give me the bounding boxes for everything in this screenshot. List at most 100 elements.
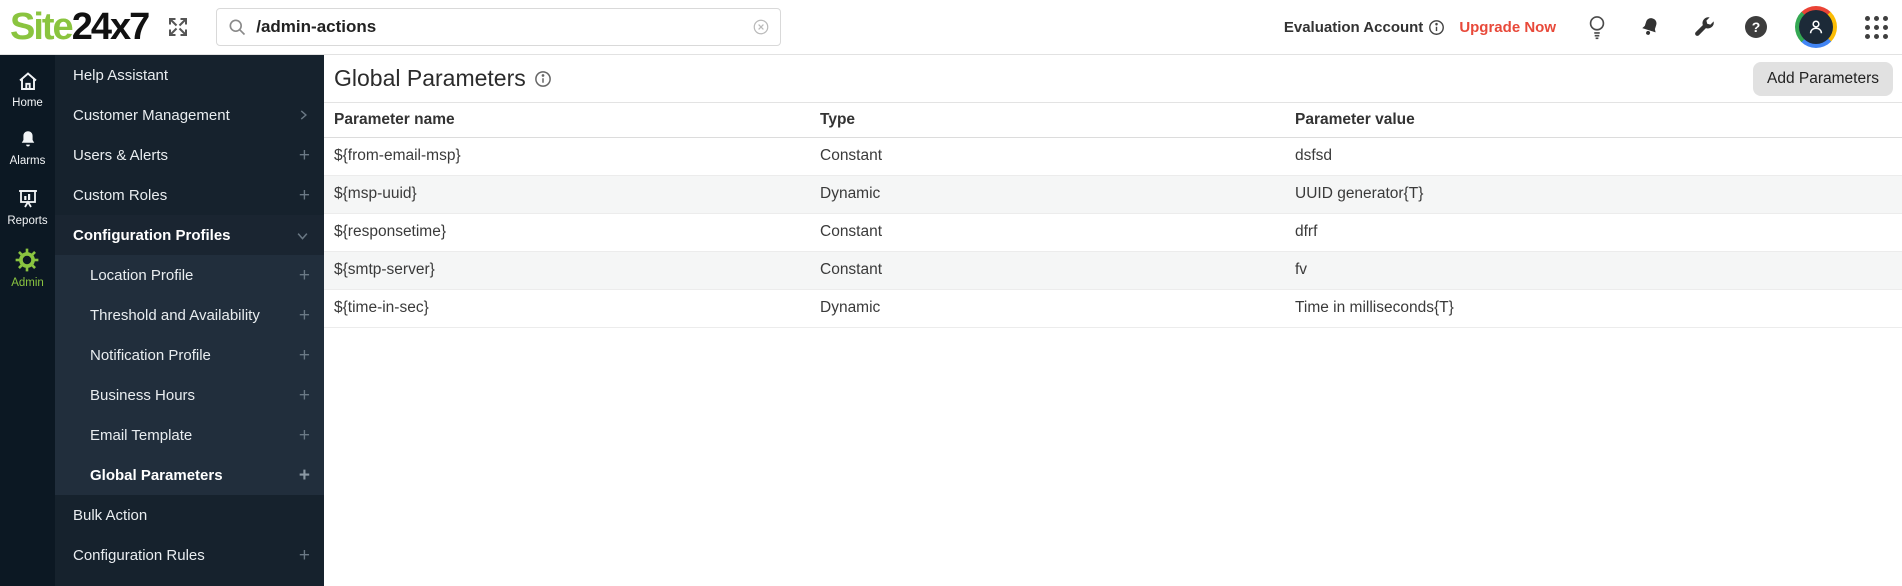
sidebar-item-threshold-availability[interactable]: Threshold and Availability + — [55, 295, 324, 335]
cell-parameter-name: ${msp-uuid} — [324, 175, 810, 214]
sidebar-item-label: Global Parameters — [90, 466, 223, 484]
plus-icon[interactable]: + — [299, 306, 310, 325]
table-row[interactable]: ${msp-uuid} Dynamic UUID generator{T} — [324, 175, 1902, 214]
clear-search-icon[interactable] — [752, 18, 770, 36]
sidebar-item-location-profile[interactable]: Location Profile + — [55, 255, 324, 295]
chevron-down-icon — [295, 228, 310, 243]
bell-icon[interactable] — [1638, 15, 1662, 39]
table-row[interactable]: ${smtp-server} Constant fv — [324, 251, 1902, 290]
sidebar-item-label: Users & Alerts — [73, 146, 169, 164]
sidebar-item-label: Custom Roles — [73, 186, 168, 204]
plus-icon[interactable]: + — [299, 266, 310, 285]
table-header-row: Parameter name Type Parameter value — [324, 103, 1902, 138]
logo-text-black: 24x7 — [71, 6, 151, 48]
rail-item-reports[interactable]: Reports — [7, 187, 48, 227]
cell-type: Dynamic — [810, 289, 1285, 328]
topbar-right-cluster: Evaluation Account Upgrade Now ? — [1284, 6, 1888, 48]
apps-grid-icon[interactable] — [1865, 15, 1888, 39]
add-parameters-button[interactable]: Add Parameters — [1753, 61, 1893, 96]
sidebar-item-customer-management[interactable]: Customer Management — [55, 95, 324, 135]
sidebar-item-label: Business Hours — [90, 386, 196, 404]
logo-text-green: Site — [10, 6, 74, 48]
sidebar-item-configuration-profiles[interactable]: Configuration Profiles — [55, 215, 324, 255]
cell-parameter-value: UUID generator{T} — [1285, 175, 1902, 214]
cell-parameter-name: ${from-email-msp} — [324, 137, 810, 176]
sidebar-item-label: Customer Management — [73, 106, 230, 124]
main-content: Global Parameters Add Parameters Paramet… — [324, 55, 1902, 586]
cell-type: Constant — [810, 213, 1285, 252]
admin-sidebar: Help Assistant Customer Management Users… — [55, 55, 324, 586]
cell-parameter-value: fv — [1285, 251, 1902, 290]
wrench-icon[interactable] — [1692, 16, 1715, 39]
column-header-parameter-name[interactable]: Parameter name — [324, 103, 810, 138]
sidebar-item-bulk-action[interactable]: Bulk Action — [55, 495, 324, 535]
sidebar-item-label: Email Template — [90, 426, 193, 444]
reports-board-icon — [16, 187, 40, 211]
cell-type: Dynamic — [810, 175, 1285, 214]
sidebar-item-label: Threshold and Availability — [90, 306, 260, 324]
cell-type: Constant — [810, 137, 1285, 176]
plus-icon[interactable]: + — [299, 346, 310, 365]
rail-item-alarms[interactable]: Alarms — [10, 129, 45, 167]
sidebar-item-label: Notification Profile — [90, 346, 211, 364]
configuration-profiles-submenu: Location Profile + Threshold and Availab… — [55, 255, 324, 495]
plus-icon[interactable]: + — [299, 426, 310, 445]
avatar[interactable] — [1795, 6, 1837, 48]
site24x7-logo[interactable]: Site24x7 — [10, 6, 151, 48]
upgrade-now-link[interactable]: Upgrade Now — [1459, 19, 1556, 36]
home-icon — [16, 69, 40, 93]
expand-icon[interactable] — [166, 15, 190, 39]
search-icon — [227, 17, 247, 37]
topbar: Site24x7 Evaluation Account U — [0, 0, 1902, 55]
sidebar-item-help-assistant[interactable]: Help Assistant — [55, 55, 324, 95]
table-row[interactable]: ${time-in-sec} Dynamic Time in milliseco… — [324, 289, 1902, 328]
search-input[interactable] — [256, 17, 753, 37]
cell-type: Constant — [810, 251, 1285, 290]
sidebar-item-label: Location Profile — [90, 266, 194, 284]
rail-label: Admin — [11, 277, 44, 289]
plus-icon[interactable]: + — [299, 146, 310, 165]
sidebar-item-label: Configuration Profiles — [73, 226, 231, 244]
title-info-icon[interactable] — [534, 70, 552, 88]
cell-parameter-name: ${smtp-server} — [324, 251, 810, 290]
sidebar-item-notification-profile[interactable]: Notification Profile + — [55, 335, 324, 375]
sidebar-item-configuration-rules[interactable]: Configuration Rules + — [55, 535, 324, 575]
help-icon[interactable]: ? — [1745, 16, 1767, 38]
rail-item-home[interactable]: Home — [12, 69, 43, 109]
plus-icon[interactable]: + — [299, 546, 310, 565]
sidebar-item-global-parameters[interactable]: Global Parameters + — [55, 455, 324, 495]
page-header: Global Parameters Add Parameters — [324, 55, 1902, 103]
rail-item-admin[interactable]: Admin — [11, 247, 44, 289]
sidebar-item-users-alerts[interactable]: Users & Alerts + — [55, 135, 324, 175]
cell-parameter-name: ${responsetime} — [324, 213, 810, 252]
sidebar-item-email-template[interactable]: Email Template + — [55, 415, 324, 455]
cell-parameter-value: Time in milliseconds{T} — [1285, 289, 1902, 328]
help-question-glyph: ? — [1745, 16, 1767, 38]
sidebar-item-business-hours[interactable]: Business Hours + — [55, 375, 324, 415]
evaluation-account-label: Evaluation Account — [1283, 18, 1424, 36]
page-title: Global Parameters — [334, 65, 556, 92]
chevron-right-icon — [296, 108, 310, 122]
table-row[interactable]: ${from-email-msp} Constant dsfsd — [324, 137, 1902, 176]
page-title-text: Global Parameters — [334, 65, 526, 91]
sidebar-item-custom-roles[interactable]: Custom Roles + — [55, 175, 324, 215]
plus-icon[interactable]: + — [299, 386, 310, 405]
cell-parameter-value: dfrf — [1285, 213, 1902, 252]
admin-gear-icon — [14, 247, 40, 273]
sidebar-item-label: Help Assistant — [73, 66, 169, 84]
cell-parameter-name: ${time-in-sec} — [324, 289, 810, 328]
account-info-icon[interactable] — [1428, 19, 1445, 36]
plus-icon[interactable]: + — [299, 186, 310, 205]
sidebar-item-label: Configuration Rules — [73, 546, 205, 564]
parameters-table: Parameter name Type Parameter value ${fr… — [324, 103, 1902, 328]
table-row[interactable]: ${responsetime} Constant dfrf — [324, 213, 1902, 252]
rail-label: Home — [12, 97, 43, 109]
column-header-parameter-value[interactable]: Parameter value — [1285, 103, 1902, 138]
column-header-type[interactable]: Type — [810, 103, 1285, 138]
alarm-bell-icon — [17, 129, 39, 151]
search-bar[interactable] — [216, 8, 782, 46]
bulb-icon[interactable] — [1586, 14, 1608, 40]
plus-icon[interactable]: + — [299, 466, 310, 485]
person-icon — [1799, 10, 1833, 44]
sidebar-item-label: Bulk Action — [73, 506, 148, 524]
